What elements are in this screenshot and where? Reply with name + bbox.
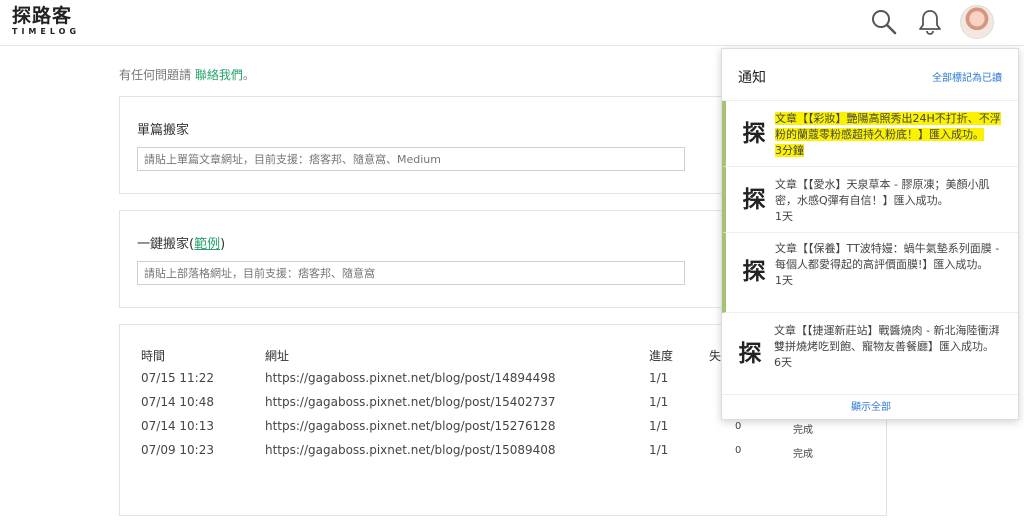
top-header: 探路客 TIMELOG (0, 0, 1024, 46)
batch-title-end: ) (220, 237, 226, 252)
row-url[interactable]: https://gagaboss.pixnet.net/blog/post/14… (265, 371, 556, 385)
row-progress: 1/1 (649, 443, 669, 457)
timelog-logo[interactable]: 探路客 TIMELOG (12, 6, 80, 37)
notification-title: 通知 (738, 70, 766, 86)
notification-item[interactable]: 探 文章【【保養】TT波特嫚：蝸牛氣墊系列面膜 - 每個人都愛得起的高評價面膜!… (722, 233, 1018, 313)
header-url: 網址 (265, 349, 290, 363)
timelog-icon: 探 (738, 341, 762, 367)
single-url-input[interactable] (137, 147, 685, 171)
row-url[interactable]: https://gagaboss.pixnet.net/blog/post/15… (265, 443, 556, 457)
row-failed: 0 (735, 445, 742, 456)
notification-item[interactable]: 探 文章【【彩妝】艷陽高照秀出24H不打折、不浮粉的蘭蔻零粉感超持久粉底！】匯入… (722, 101, 1018, 167)
batch-title-text: 一鍵搬家( (137, 237, 195, 252)
timelog-icon: 探 (742, 187, 766, 213)
contact-suffix: 。 (242, 68, 255, 82)
notification-item[interactable]: 探 文章【【捷運新莊站】戰醬燒肉 - 新北海陸衝湃雙拼燒烤吃到飽、寵物友善餐廳】… (722, 313, 1018, 395)
notification-time: 3分鐘 (775, 144, 804, 157)
contact-prefix: 有任何問題請 (119, 68, 192, 82)
blog-url-input[interactable] (137, 261, 685, 285)
notification-message: 文章【【彩妝】艷陽高照秀出24H不打折、不浮粉的蘭蔻零粉感超持久粉底！】匯入成功… (775, 112, 1001, 141)
table-row: 07/09 10:23 https://gagaboss.pixnet.net/… (120, 439, 888, 463)
header-failed: 失 (709, 349, 722, 363)
row-progress: 1/1 (649, 419, 669, 433)
header-progress: 進度 (649, 349, 674, 363)
batch-import-title: 一鍵搬家(範例) (137, 233, 225, 252)
notification-time: 1天 (775, 210, 793, 223)
row-time: 07/14 10:48 (141, 395, 214, 409)
notification-message: 文章【【捷運新莊站】戰醬燒肉 - 新北海陸衝湃雙拼燒烤吃到飽、寵物友善餐廳】匯入… (774, 324, 1000, 353)
notification-text: 文章【【捷運新莊站】戰醬燒肉 - 新北海陸衝湃雙拼燒烤吃到飽、寵物友善餐廳】匯入… (774, 323, 1010, 371)
notification-panel: 通知 全部標記為已讀 探 文章【【彩妝】艷陽高照秀出24H不打折、不浮粉的蘭蔻零… (721, 48, 1019, 420)
logo-subtext: TIMELOG (12, 27, 81, 36)
row-status: 完成 (793, 425, 813, 436)
example-link[interactable]: 範例 (194, 237, 220, 252)
logo-text: 探路客 (12, 5, 73, 27)
bell-icon[interactable] (914, 6, 946, 38)
row-time: 07/15 11:22 (141, 371, 214, 385)
row-url[interactable]: https://gagaboss.pixnet.net/blog/post/15… (265, 419, 556, 433)
mark-all-read-link[interactable]: 全部標記為已讀 (932, 69, 1002, 84)
user-avatar[interactable] (960, 5, 994, 39)
row-time: 07/09 10:23 (141, 443, 214, 457)
row-time: 07/14 10:13 (141, 419, 214, 433)
row-failed: 0 (735, 421, 742, 432)
single-import-title: 單篇搬家 (137, 123, 190, 138)
row-url[interactable]: https://gagaboss.pixnet.net/blog/post/15… (265, 395, 556, 409)
notification-time: 6天 (774, 356, 792, 369)
notification-text: 文章【【保養】TT波特嫚：蝸牛氣墊系列面膜 - 每個人都愛得起的高評價面膜!】匯… (775, 241, 1011, 289)
header-time: 時間 (141, 349, 166, 363)
notification-text: 文章【【彩妝】艷陽高照秀出24H不打折、不浮粉的蘭蔻零粉感超持久粉底！】匯入成功… (775, 111, 1011, 159)
timelog-icon: 探 (742, 121, 766, 147)
search-icon[interactable] (868, 6, 900, 38)
notification-message: 文章【【愛水】天泉草本 - 膠原凍；美顏小肌密，水感Q彈有自信！】匯入成功。 (775, 178, 990, 207)
row-progress: 1/1 (649, 395, 669, 409)
notification-item[interactable]: 探 文章【【愛水】天泉草本 - 膠原凍；美顏小肌密，水感Q彈有自信！】匯入成功。… (722, 167, 1018, 233)
show-all-link[interactable]: 顯示全部 (722, 395, 1018, 419)
contact-us-link[interactable]: 聯絡我們 (195, 68, 243, 82)
timelog-icon: 探 (742, 259, 766, 285)
contact-line: 有任何問題請 聯絡我們。 (119, 66, 255, 83)
row-progress: 1/1 (649, 371, 669, 385)
notification-time: 1天 (775, 274, 793, 287)
notification-message: 文章【【保養】TT波特嫚：蝸牛氣墊系列面膜 - 每個人都愛得起的高評價面膜!】匯… (775, 242, 1000, 271)
row-status: 完成 (793, 449, 813, 460)
notification-text: 文章【【愛水】天泉草本 - 膠原凍；美顏小肌密，水感Q彈有自信！】匯入成功。 1… (775, 177, 1011, 225)
notification-header: 通知 全部標記為已讀 (722, 49, 1018, 101)
